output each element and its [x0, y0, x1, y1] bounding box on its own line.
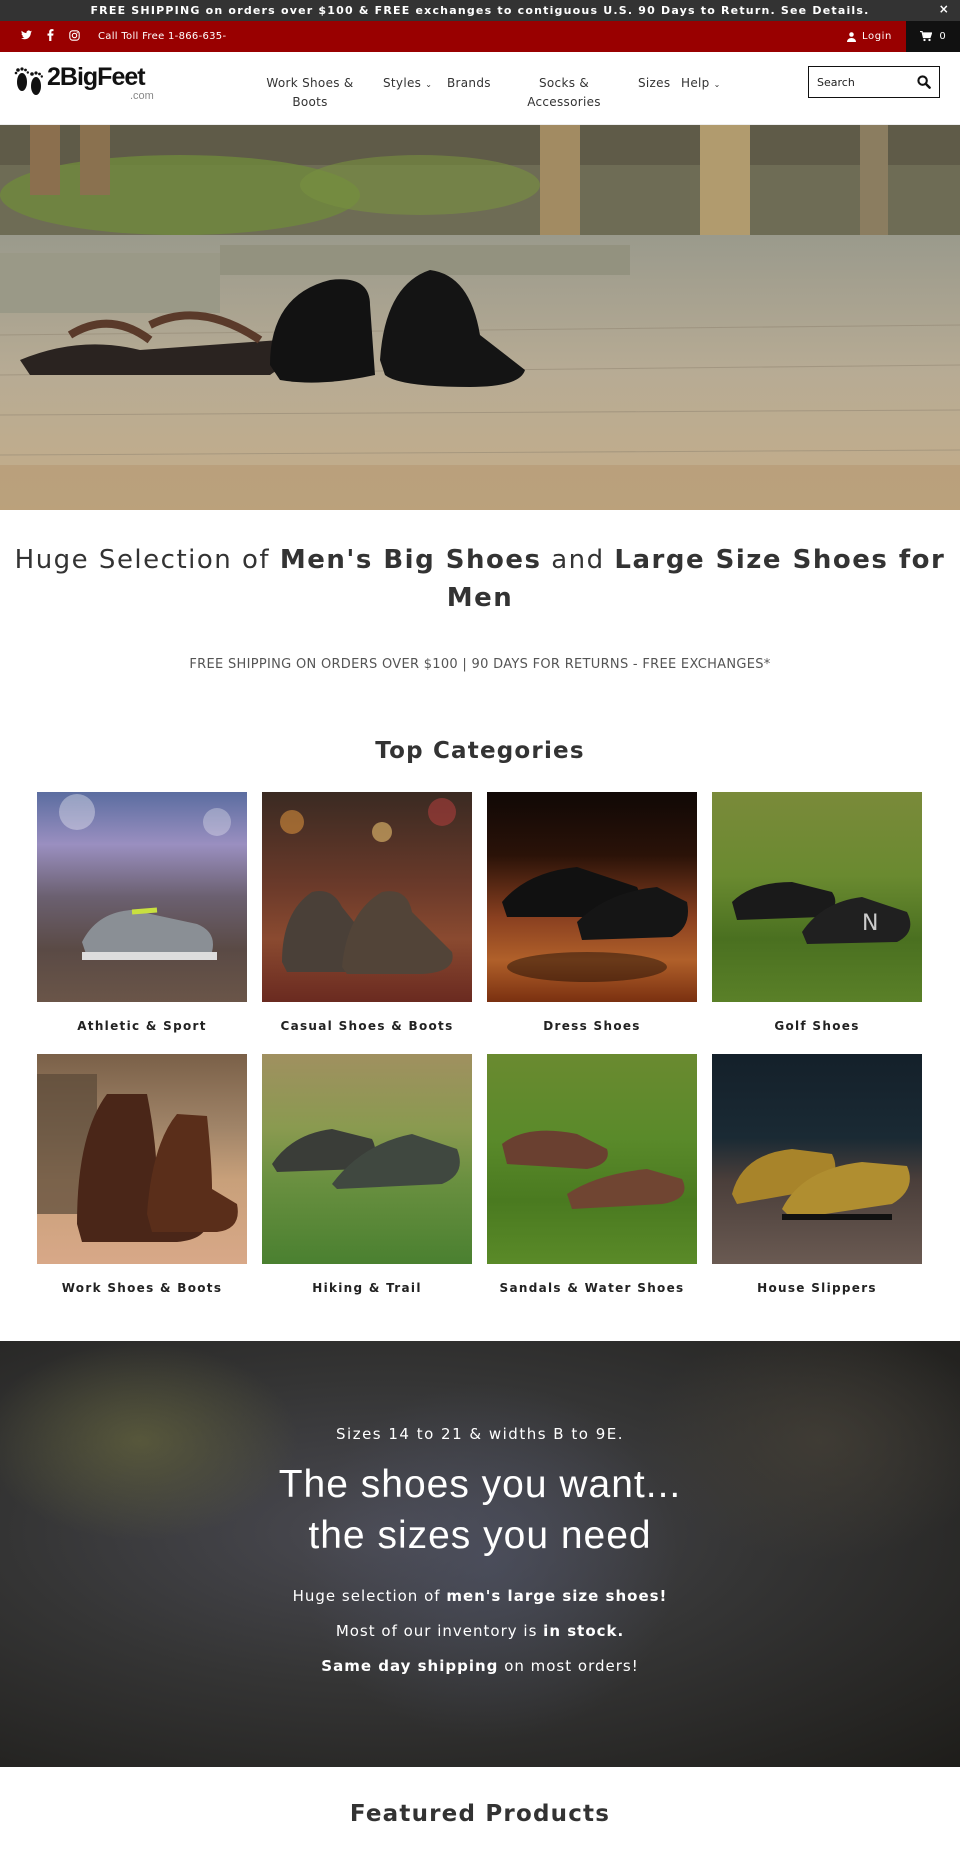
- promo-headline: The shoes you want... the sizes you need: [0, 1459, 960, 1561]
- category-house-slippers[interactable]: House Slippers: [712, 1054, 922, 1295]
- facebook-icon[interactable]: [44, 29, 56, 44]
- nav-label: Socks &: [538, 76, 590, 90]
- twitter-icon[interactable]: [20, 30, 32, 43]
- category-athletic-sport[interactable]: Athletic & Sport: [37, 792, 247, 1033]
- social-links: [20, 29, 80, 44]
- category-label[interactable]: Athletic & Sport: [37, 1019, 247, 1033]
- category-image[interactable]: [712, 1054, 922, 1264]
- category-label[interactable]: Dress Shoes: [487, 1019, 697, 1033]
- nav-item-work-shoes-boots[interactable]: Work Shoes & Boots: [262, 74, 358, 112]
- category-image[interactable]: [487, 1054, 697, 1264]
- intro-text: Huge Selection of: [14, 545, 271, 575]
- promo-line-2: Most of our inventory is in stock.: [0, 1622, 960, 1640]
- nav-label: Work Shoes &: [266, 76, 354, 90]
- category-image[interactable]: [37, 1054, 247, 1264]
- slipper-icon: [732, 1149, 910, 1220]
- nav-label: Help: [681, 76, 710, 90]
- category-image[interactable]: [262, 792, 472, 1002]
- nav-label: Accessories: [527, 95, 601, 109]
- promo-bold: in stock.: [543, 1622, 625, 1640]
- intro-bold: Men's Big Shoes: [279, 545, 542, 575]
- promo-text: Huge selection of: [292, 1587, 441, 1605]
- category-golf-shoes[interactable]: N Golf Shoes: [712, 792, 922, 1033]
- promo-headline-line: the sizes you need: [308, 1514, 652, 1557]
- intro-heading: Huge Selection of Men's Big Shoes and La…: [0, 510, 960, 617]
- nav-item-help[interactable]: Help ⌄: [681, 74, 721, 94]
- category-hiking-trail[interactable]: Hiking & Trail: [262, 1054, 472, 1295]
- sneaker-icon: [59, 794, 231, 960]
- login-link[interactable]: Login: [847, 21, 892, 52]
- nav-label: Boots: [292, 95, 328, 109]
- nav-item-brands[interactable]: Brands: [447, 74, 491, 93]
- cart-button[interactable]: 0: [906, 21, 960, 52]
- chevron-down-icon: ⌄: [713, 80, 721, 89]
- category-dress-shoes[interactable]: Dress Shoes: [487, 792, 697, 1033]
- announcement-bar: FREE SHIPPING on orders over $100 & FREE…: [0, 0, 960, 21]
- category-label[interactable]: Sandals & Water Shoes: [487, 1281, 697, 1295]
- intro-subheading: FREE SHIPPING ON ORDERS OVER $100 | 90 D…: [189, 657, 771, 672]
- hero-banner[interactable]: [0, 125, 960, 510]
- cart-icon: [920, 31, 933, 42]
- category-image[interactable]: [37, 792, 247, 1002]
- golf-shoe-icon: N: [732, 882, 911, 944]
- category-work-shoes-boots[interactable]: Work Shoes & Boots: [37, 1054, 247, 1295]
- promo-content: Sizes 14 to 21 & widths B to 9E. The sho…: [0, 1341, 960, 1675]
- promo-bold: Same day shipping: [321, 1657, 499, 1675]
- nav-item-socks-accessories[interactable]: Socks & Accessories: [520, 74, 608, 112]
- top-categories-title: Top Categories: [375, 738, 585, 764]
- hiking-shoe-icon: [272, 1129, 460, 1189]
- category-label[interactable]: Golf Shoes: [712, 1019, 922, 1033]
- nav-item-styles[interactable]: Styles ⌄: [383, 74, 432, 94]
- intro-text: and: [551, 545, 605, 575]
- category-label[interactable]: Casual Shoes & Boots: [262, 1019, 472, 1033]
- svg-text:N: N: [862, 911, 878, 936]
- category-label[interactable]: Hiking & Trail: [262, 1281, 472, 1295]
- category-image[interactable]: [487, 792, 697, 1002]
- promo-headline-line: The shoes you want...: [278, 1463, 682, 1506]
- promo-banner: Sizes 14 to 21 & widths B to 9E. The sho…: [0, 1341, 960, 1767]
- search-input[interactable]: Search: [808, 66, 940, 98]
- dress-shoe-icon: [502, 867, 688, 982]
- announcement-text[interactable]: FREE SHIPPING on orders over $100 & FREE…: [90, 4, 869, 17]
- category-label[interactable]: House Slippers: [712, 1281, 922, 1295]
- close-icon[interactable]: ×: [939, 2, 950, 16]
- nav-item-sizes[interactable]: Sizes: [638, 74, 670, 93]
- nav-label: Styles: [383, 76, 422, 90]
- feet-logo-icon: [14, 67, 43, 95]
- featured-products-title: Featured Products: [349, 1801, 611, 1827]
- category-casual-shoes-boots[interactable]: Casual Shoes & Boots: [262, 792, 472, 1033]
- sandal-icon: [502, 1130, 685, 1209]
- nav-label: Sizes: [638, 76, 671, 90]
- promo-line-1: Huge selection of men's large size shoes…: [0, 1587, 960, 1605]
- chevron-down-icon: ⌄: [425, 80, 433, 89]
- boot-icon: [280, 798, 456, 974]
- phone-number[interactable]: Call Toll Free 1-866-635-: [98, 31, 226, 42]
- category-image[interactable]: [262, 1054, 472, 1264]
- category-sandals-water-shoes[interactable]: Sandals & Water Shoes: [487, 1054, 697, 1295]
- promo-text: on most orders!: [504, 1657, 639, 1675]
- promo-text: Most of our inventory is: [335, 1622, 538, 1640]
- hero-image: [0, 125, 960, 510]
- promo-line-3: Same day shipping on most orders!: [0, 1657, 960, 1675]
- instagram-icon[interactable]: [68, 29, 80, 44]
- logo[interactable]: 2BigFeet .com: [13, 63, 155, 103]
- logo-suffix: .com: [130, 90, 154, 102]
- search-icon[interactable]: [917, 75, 931, 89]
- promo-kicker: Sizes 14 to 21 & widths B to 9E.: [336, 1425, 624, 1443]
- category-image[interactable]: N: [712, 792, 922, 1002]
- search-placeholder: Search: [817, 75, 855, 89]
- category-label[interactable]: Work Shoes & Boots: [37, 1281, 247, 1295]
- utility-bar: Call Toll Free 1-866-635- Login 0: [0, 21, 960, 52]
- user-icon: [847, 31, 857, 42]
- cart-count: 0: [939, 31, 946, 42]
- nav-label: Brands: [447, 76, 491, 90]
- work-boot-icon: [37, 1074, 238, 1242]
- logo-text: 2BigFeet: [47, 63, 146, 91]
- category-grid: Athletic & Sport Casual Shoes & Boots Dr…: [0, 792, 960, 1352]
- site-header: 2BigFeet .com Work Shoes & Boots Styles ⌄…: [0, 52, 960, 125]
- promo-bold: men's large size shoes!: [446, 1587, 668, 1605]
- login-label: Login: [862, 31, 892, 42]
